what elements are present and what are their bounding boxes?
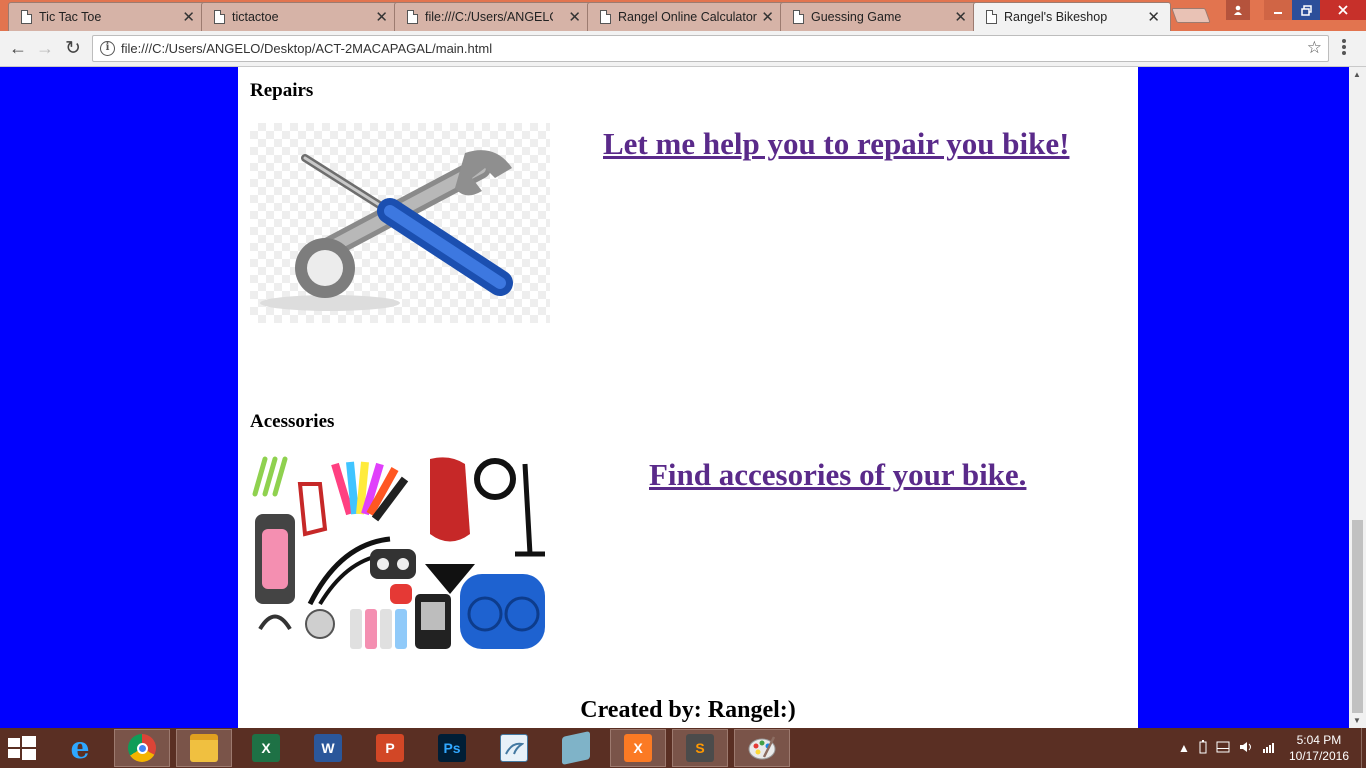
tab-guessing-game[interactable]: Guessing Game ✕ — [780, 2, 978, 31]
close-icon[interactable]: ✕ — [954, 8, 967, 26]
tab-label: Rangel's Bikeshop — [1004, 10, 1108, 24]
section-title-accessories: Acessories — [250, 411, 335, 432]
tab-rangels-bikeshop[interactable]: Rangel's Bikeshop ✕ — [973, 2, 1171, 31]
window-close-button[interactable] — [1320, 0, 1366, 20]
repair-link[interactable]: Let me help you to repair you bike! — [603, 126, 1069, 162]
page-icon — [793, 10, 804, 24]
volume-icon[interactable] — [1239, 741, 1253, 756]
taskbar-word[interactable]: W — [300, 729, 356, 767]
forward-button[interactable]: → — [34, 37, 56, 59]
taskbar-powerpoint[interactable]: P — [362, 729, 418, 767]
mysql-installer-icon — [500, 734, 528, 762]
page-viewport: Repairs Let me help you to repair you bi… — [0, 67, 1349, 728]
taskbar-notes[interactable] — [548, 729, 604, 767]
tab-rangel-calculator[interactable]: Rangel Online Calculator ✕ — [587, 2, 785, 31]
taskbar-xampp[interactable]: X — [610, 729, 666, 767]
reload-button[interactable]: ↻ — [62, 37, 84, 59]
network-icon[interactable] — [1262, 741, 1276, 756]
taskbar-chrome[interactable] — [114, 729, 170, 767]
clock-date: 10/17/2016 — [1288, 749, 1349, 763]
bike-accessories-icon — [252, 456, 545, 649]
folder-icon — [190, 734, 218, 762]
tab-file-path[interactable]: file:///C:/Users/ANGELO/ ✕ — [394, 2, 592, 31]
tab-label: Guessing Game — [811, 10, 902, 24]
windows-taskbar: e X W P Ps X S ▲ 5:04 PM 10/17/2016 — [0, 728, 1366, 768]
word-icon: W — [314, 734, 342, 762]
address-bar[interactable]: i file:///C:/Users/ANGELO/Desktop/ACT-2M… — [92, 35, 1329, 62]
taskbar-internet-explorer[interactable]: e — [52, 729, 108, 767]
start-button[interactable] — [8, 736, 40, 760]
page-footer: Created by: Rangel:) — [580, 697, 796, 723]
taskbar-file-explorer[interactable] — [176, 729, 232, 767]
page-icon — [214, 10, 225, 24]
clock-time: 5:04 PM — [1296, 733, 1342, 747]
tab-tictactoe[interactable]: tictactoe ✕ — [201, 2, 399, 31]
chrome-icon — [128, 734, 156, 762]
close-icon[interactable]: ✕ — [568, 8, 581, 26]
internet-explorer-icon: e — [70, 730, 90, 766]
excel-icon: X — [252, 734, 280, 762]
page-icon — [986, 10, 997, 24]
tab-tic-tac-toe[interactable]: Tic Tac Toe ✕ — [8, 2, 206, 31]
back-button[interactable]: ← — [7, 37, 29, 59]
windows-logo-icon — [8, 736, 36, 760]
restore-button[interactable] — [1292, 0, 1320, 20]
close-icon[interactable]: ✕ — [1147, 8, 1160, 26]
repair-tools-image — [250, 123, 550, 323]
notes-icon — [562, 731, 590, 765]
scroll-down-arrow-icon[interactable]: ▼ — [1353, 716, 1361, 725]
browser-menu-icon[interactable] — [1342, 39, 1348, 57]
page-icon — [600, 10, 611, 24]
section-title-repairs: Repairs — [250, 80, 314, 101]
window-controls — [1226, 0, 1366, 20]
paint-palette-icon — [748, 734, 776, 762]
taskbar-excel[interactable]: X — [238, 729, 294, 767]
system-tray: ▲ 5:04 PM 10/17/2016 — [1178, 728, 1366, 768]
close-icon[interactable]: ✕ — [375, 8, 388, 26]
minimize-button[interactable] — [1264, 0, 1292, 20]
wrench-screwdriver-icon — [260, 150, 513, 311]
tab-label: Tic Tac Toe — [39, 10, 102, 24]
tab-label: Rangel Online Calculator — [618, 10, 757, 24]
accessories-link[interactable]: Find accesories of your bike. — [649, 457, 1026, 493]
user-icon[interactable] — [1226, 0, 1250, 20]
scrollbar-thumb[interactable] — [1352, 520, 1363, 713]
page-icon — [21, 10, 32, 24]
taskbar-mysql-installer[interactable] — [486, 729, 542, 767]
info-icon[interactable]: i — [100, 41, 115, 56]
sublime-text-icon: S — [686, 734, 714, 762]
new-tab-button[interactable] — [1171, 8, 1211, 23]
page-content: Repairs Let me help you to repair you bi… — [238, 67, 1138, 728]
taskbar-paint[interactable] — [734, 729, 790, 767]
browser-toolbar: ← → ↻ i file:///C:/Users/ANGELO/Desktop/… — [0, 31, 1366, 67]
powerpoint-icon: P — [376, 734, 404, 762]
taskbar-photoshop[interactable]: Ps — [424, 729, 480, 767]
battery-icon[interactable] — [1199, 739, 1207, 757]
tab-label: tictactoe — [232, 10, 279, 24]
browser-tab-strip: Tic Tac Toe ✕ tictactoe ✕ file:///C:/Use… — [0, 0, 1366, 31]
close-icon[interactable]: ✕ — [182, 8, 195, 26]
accessories-image — [250, 454, 550, 654]
show-hidden-icons-icon[interactable]: ▲ — [1178, 741, 1190, 755]
photoshop-icon: Ps — [438, 734, 466, 762]
action-center-icon[interactable] — [1216, 741, 1230, 756]
vertical-scrollbar[interactable]: ▲ ▼ — [1349, 67, 1366, 728]
taskbar-clock[interactable]: 5:04 PM 10/17/2016 — [1289, 732, 1349, 764]
scroll-up-arrow-icon[interactable]: ▲ — [1353, 70, 1361, 79]
page-icon — [407, 10, 418, 24]
show-desktop-button[interactable] — [1361, 728, 1366, 768]
address-url[interactable]: file:///C:/Users/ANGELO/Desktop/ACT-2MAC… — [121, 41, 492, 56]
close-icon[interactable]: ✕ — [761, 8, 774, 26]
tab-label: file:///C:/Users/ANGELO/ — [425, 10, 553, 24]
taskbar-sublime-text[interactable]: S — [672, 729, 728, 767]
xampp-icon: X — [624, 734, 652, 762]
bookmark-star-icon[interactable]: ☆ — [1307, 38, 1322, 58]
